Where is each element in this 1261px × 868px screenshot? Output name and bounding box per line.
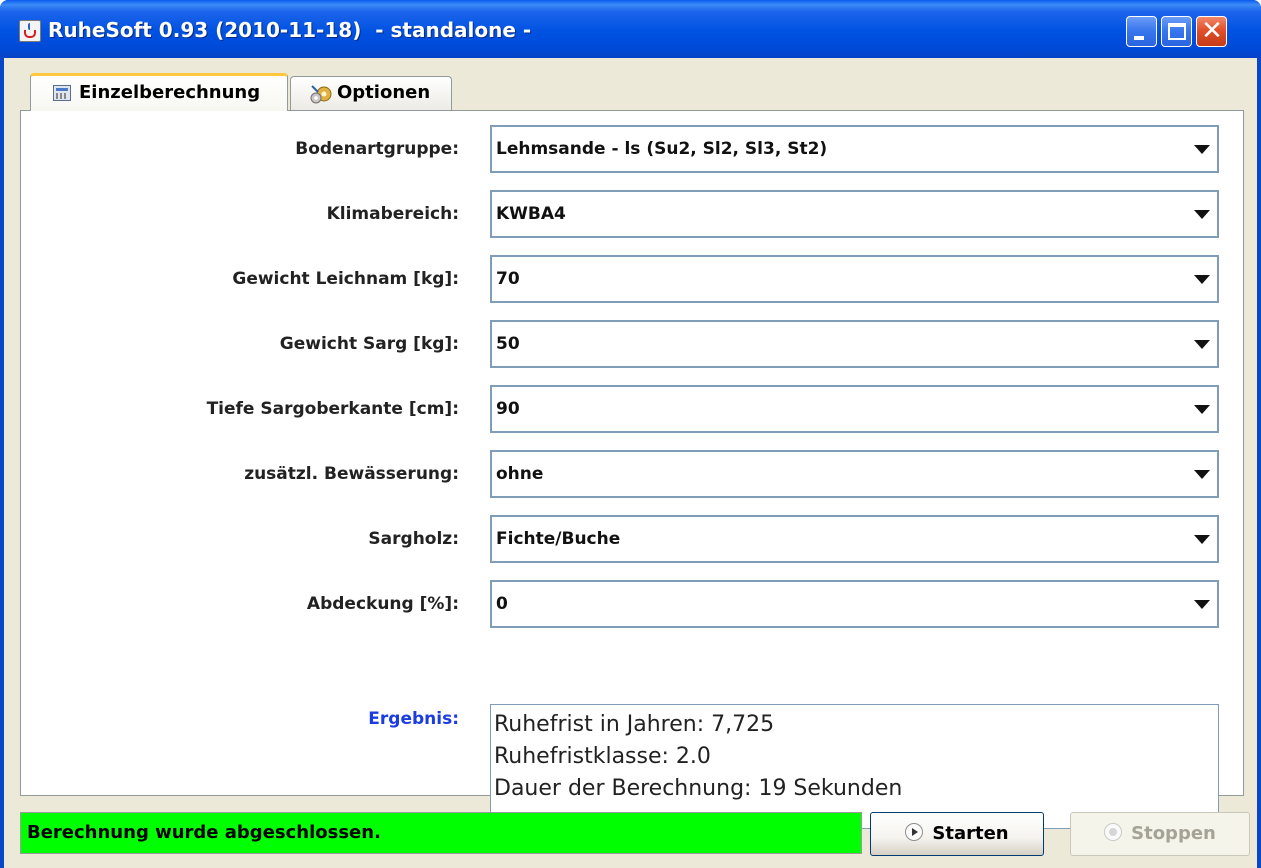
combo-dropdown-button[interactable] [1184, 127, 1217, 171]
start-button-label: Starten [932, 823, 1009, 844]
java-app-icon[interactable] [19, 20, 41, 42]
label-ergebnis: Ergebnis: [368, 709, 459, 729]
combo-value: Lehmsande - ls (Su2, Sl2, Sl3, St2) [496, 139, 828, 159]
tab-label: Einzelberechnung [79, 82, 261, 103]
result-ruhefristklasse: Ruhefristklasse: 2.0 [494, 744, 711, 769]
result-ruhefrist: Ruhefrist in Jahren: 7,725 [494, 712, 775, 737]
combo-dropdown-button[interactable] [1184, 322, 1217, 366]
chevron-down-icon [1194, 600, 1210, 609]
combo-dropdown-button[interactable] [1184, 452, 1217, 496]
calculator-icon [53, 85, 71, 101]
combo-value: 0 [496, 594, 508, 614]
combo-dropdown-button[interactable] [1184, 257, 1217, 301]
combo-value: ohne [496, 464, 544, 484]
close-button[interactable]: ✕ [1196, 16, 1227, 47]
label-sargholz: Sargholz: [368, 529, 459, 549]
combo-gewicht-leichnam[interactable]: 70 [490, 255, 1219, 303]
combo-value: 90 [496, 399, 520, 419]
close-icon: ✕ [1201, 16, 1223, 46]
combo-dropdown-button[interactable] [1184, 582, 1217, 626]
chevron-down-icon [1194, 275, 1210, 284]
combo-value: 50 [496, 334, 520, 354]
minimize-button[interactable] [1126, 16, 1157, 47]
status-bar: Berechnung wurde abgeschlossen. [20, 812, 862, 854]
chevron-down-icon [1194, 210, 1210, 219]
combo-gewicht-sarg[interactable]: 50 [490, 320, 1219, 368]
label-bodenartgruppe: Bodenartgruppe: [295, 139, 459, 159]
tab-optionen[interactable]: Optionen [290, 76, 452, 110]
stop-button-label: Stoppen [1131, 823, 1216, 844]
maximize-icon [1168, 23, 1186, 40]
play-icon [905, 823, 924, 841]
combo-value: 70 [496, 269, 520, 289]
cup-shape [24, 30, 36, 38]
minimize-icon [1134, 36, 1144, 40]
app-window: RuheSoft 0.93 (2010-11-18) - standalone … [0, 0, 1261, 868]
label-gewicht-sarg: Gewicht Sarg [kg]: [279, 334, 459, 354]
chevron-down-icon [1194, 470, 1210, 479]
label-bewaesserung: zusätzl. Bewässerung: [244, 464, 459, 484]
combo-dropdown-button[interactable] [1184, 517, 1217, 561]
label-abdeckung: Abdeckung [%]: [306, 594, 459, 614]
combo-bewaesserung[interactable]: ohne [490, 450, 1219, 498]
window-title: RuheSoft 0.93 (2010-11-18) - standalone … [48, 18, 532, 42]
label-gewicht-leichnam: Gewicht Leichnam [kg]: [232, 269, 459, 289]
combo-tiefe-sargoberkante[interactable]: 90 [490, 385, 1219, 433]
result-textarea[interactable]: Ruhefrist in Jahren: 7,725 Ruhefristklas… [490, 704, 1219, 829]
combo-sargholz[interactable]: Fichte/Buche [490, 515, 1219, 563]
maximize-button[interactable] [1161, 16, 1192, 47]
combo-bodenartgruppe[interactable]: Lehmsande - ls (Su2, Sl2, Sl3, St2) [490, 125, 1219, 173]
combo-abdeckung[interactable]: 0 [490, 580, 1219, 628]
stop-icon [1104, 823, 1123, 841]
combo-dropdown-button[interactable] [1184, 387, 1217, 431]
settings-gears-icon [310, 85, 332, 104]
tab-einzelberechnung[interactable]: Einzelberechnung [30, 73, 288, 111]
chevron-down-icon [1194, 340, 1210, 349]
tab-label: Optionen [337, 82, 431, 103]
chevron-down-icon [1194, 535, 1210, 544]
einzelberechnung-panel: Bodenartgruppe: Lehmsande - ls (Su2, Sl2… [20, 110, 1244, 829]
title-bar[interactable]: RuheSoft 0.93 (2010-11-18) - standalone … [0, 0, 1261, 58]
steam-shape [28, 23, 32, 30]
window-client-area: Einzelberechnung Optionen Bodenartgruppe… [4, 58, 1257, 868]
chevron-down-icon [1194, 145, 1210, 154]
combo-dropdown-button[interactable] [1184, 192, 1217, 236]
combo-value: KWBA4 [496, 204, 566, 224]
result-dauer: Dauer der Berechnung: 19 Sekunden [494, 776, 903, 801]
start-button[interactable]: Starten [870, 812, 1044, 856]
combo-value: Fichte/Buche [496, 529, 621, 549]
chevron-down-icon [1194, 405, 1210, 414]
combo-klimabereich[interactable]: KWBA4 [490, 190, 1219, 238]
label-tiefe-sargoberkante: Tiefe Sargoberkante [cm]: [206, 399, 459, 419]
stop-button[interactable]: Stoppen [1070, 812, 1250, 856]
label-klimabereich: Klimabereich: [326, 204, 459, 224]
